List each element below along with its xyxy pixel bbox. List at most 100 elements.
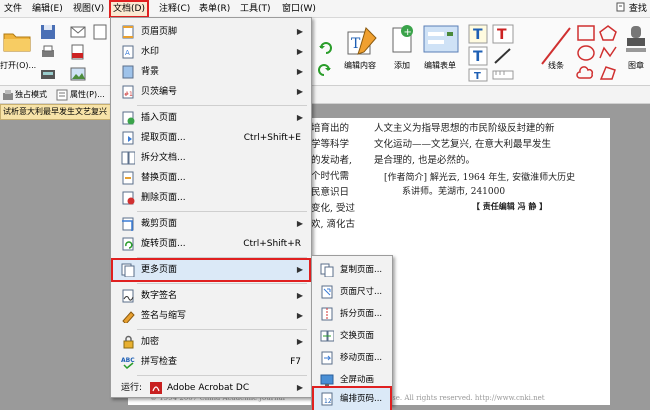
doc-left-line: 培育出的 (311, 123, 350, 134)
menu-item-spell-check[interactable]: ABC 拼写检查 F7 (113, 352, 309, 372)
pentagon-icon[interactable] (598, 24, 618, 42)
email-icon[interactable] (70, 24, 86, 40)
doc-left-line: 的发动者, (311, 155, 353, 166)
edit-form-label[interactable]: 编辑表单 (424, 60, 456, 71)
exclusive-mode-icon (3, 90, 13, 100)
rectangle-icon[interactable] (576, 24, 596, 42)
typewriter-icon[interactable]: T (468, 68, 488, 82)
acrobat-app-label: Adobe Acrobat DC (167, 383, 250, 393)
svg-text:T: T (473, 49, 483, 65)
menu-document[interactable]: 文档(D) (109, 0, 149, 18)
header-footer-icon (122, 25, 134, 39)
menu-item-replace-page[interactable]: 替换页面... (113, 168, 309, 188)
rotate-cw-icon[interactable] (318, 40, 332, 54)
chevron-right-icon: ▶ (296, 265, 303, 274)
menu-item-run-acrobat[interactable]: 运行: Adobe Acrobat DC ▶ (113, 378, 309, 398)
menu-separator (137, 375, 307, 376)
find-button[interactable]: 查找 (614, 2, 649, 16)
edit-content-icon[interactable]: T (346, 24, 382, 58)
menu-item-rotate-page[interactable]: 旋转页面... Ctrl+Shift+R (113, 234, 309, 254)
menu-item-watermark[interactable]: A 水印 ▶ (113, 42, 309, 62)
menu-item-extract-page[interactable]: 提取页面... Ctrl+Shift+E (113, 128, 309, 148)
submenu-item-swap-pages[interactable]: 交换页面 (314, 325, 390, 347)
menu-tools[interactable]: 工具(T) (238, 2, 273, 16)
menu-view[interactable]: 视图(V) (71, 2, 106, 16)
menu-item-crop-page[interactable]: 裁剪页面 ▶ (113, 214, 309, 234)
menu-form[interactable]: 表单(R) (197, 2, 232, 16)
menu-comment[interactable]: 注释(C) (157, 2, 192, 16)
menu-separator (137, 211, 307, 212)
chevron-right-icon: ▶ (296, 337, 303, 346)
menu-item-more-pages[interactable]: 更多页面 ▶ (111, 258, 311, 282)
svg-text:T: T (473, 27, 483, 43)
swap-pages-icon (320, 330, 334, 342)
menu-separator (137, 329, 307, 330)
page-size-icon (321, 285, 333, 299)
svg-text:T: T (497, 27, 507, 43)
open-folder-icon[interactable] (2, 26, 32, 54)
chevron-right-icon: ▶ (296, 67, 303, 76)
menu-item-split-document[interactable]: 拆分文档... (113, 148, 309, 168)
callout-icon[interactable]: T (468, 46, 488, 66)
menu-window[interactable]: 窗口(W) (280, 2, 318, 16)
document-icon[interactable] (92, 24, 108, 40)
doc-right-line: 文化运动——文艺复兴, 在意大利最早发生 (374, 139, 552, 150)
delete-page-icon (122, 191, 135, 205)
print-icon[interactable] (40, 44, 56, 60)
cloud-icon[interactable] (576, 64, 596, 82)
edit-content-label[interactable]: 编辑内容 (344, 60, 376, 71)
menu-item-digital-signature[interactable]: 数字签名 ▶ (113, 286, 309, 306)
digital-signature-icon (122, 289, 134, 303)
text-field-icon[interactable]: T (492, 24, 514, 44)
arrow-icon[interactable] (492, 46, 514, 66)
exclusive-mode-button[interactable]: 独占模式 (15, 89, 47, 100)
chevron-right-icon: ▶ (296, 113, 303, 122)
submenu-item-page-size[interactable]: 页面尺寸... (314, 281, 390, 303)
move-pages-icon (321, 351, 333, 365)
svg-text:#1: #1 (124, 91, 133, 98)
pdf-create-icon[interactable] (70, 44, 86, 60)
image-icon[interactable] (70, 66, 86, 82)
menu-item-encrypt[interactable]: 加密 ▶ (113, 332, 309, 352)
chevron-right-icon: ▶ (296, 291, 303, 300)
polygon-icon[interactable] (598, 64, 618, 82)
menu-item-background[interactable]: 背景 ▶ (113, 62, 309, 82)
more-pages-icon (121, 263, 135, 277)
ribbon-toolbar: 打开(O)... T 编辑内容 + 添加 编辑表单 T T T T 线条 图章 (0, 18, 650, 86)
add-icon[interactable]: + (392, 22, 416, 56)
edit-form-icon[interactable] (422, 24, 462, 54)
ellipse-icon[interactable] (576, 44, 596, 62)
menu-item-sign-initial[interactable]: 签名与缩写 ▶ (113, 306, 309, 326)
text-box-icon[interactable]: T (468, 24, 488, 44)
menu-bar: 文件 编辑(E) 视图(V) 文档(D) 注释(C) 表单(R) 工具(T) 窗… (0, 0, 650, 18)
submenu-item-move-pages[interactable]: 移动页面... (314, 347, 390, 369)
svg-text:T: T (474, 71, 481, 82)
open-button-label[interactable]: 打开(O)... (0, 60, 36, 71)
doc-left-line: 变化, 受过 (311, 203, 356, 214)
stamp-icon[interactable] (624, 24, 648, 58)
submenu-item-page-numbering[interactable]: 12 编排页码... (312, 386, 392, 410)
menu-edit[interactable]: 编辑(E) (30, 2, 65, 16)
stamp-label[interactable]: 图章 (628, 60, 644, 71)
menu-item-header-footer[interactable]: 页眉页脚 ▶ (113, 22, 309, 42)
doc-left-line: 民意识日 (311, 187, 350, 198)
chevron-right-icon: ▶ (296, 383, 303, 392)
submenu-item-copy-page[interactable]: 复制页面... (314, 259, 390, 281)
properties-button[interactable]: 属性(P)... (70, 89, 105, 100)
menu-item-insert-page[interactable]: 插入页面 ▶ (113, 108, 309, 128)
rotate-ccw-icon[interactable] (318, 62, 332, 76)
save-icon[interactable] (40, 24, 56, 40)
menu-file[interactable]: 文件 (2, 2, 24, 16)
polyline-icon[interactable] (598, 44, 618, 62)
replace-page-icon (122, 171, 134, 185)
line-label[interactable]: 线条 (548, 60, 564, 71)
measure-icon[interactable] (492, 68, 514, 82)
lock-icon (123, 335, 134, 349)
chevron-right-icon: ▶ (296, 219, 303, 228)
menu-item-delete-page[interactable]: 删除页面... (113, 188, 309, 208)
scan-icon[interactable] (40, 66, 56, 82)
add-label[interactable]: 添加 (394, 60, 410, 71)
document-tab[interactable]: 试析意大利最早发生文艺复兴 (0, 104, 120, 120)
submenu-item-split-page[interactable]: 拆分页面... (314, 303, 390, 325)
menu-item-bates[interactable]: #1 贝茨编号 ▶ (113, 82, 309, 102)
